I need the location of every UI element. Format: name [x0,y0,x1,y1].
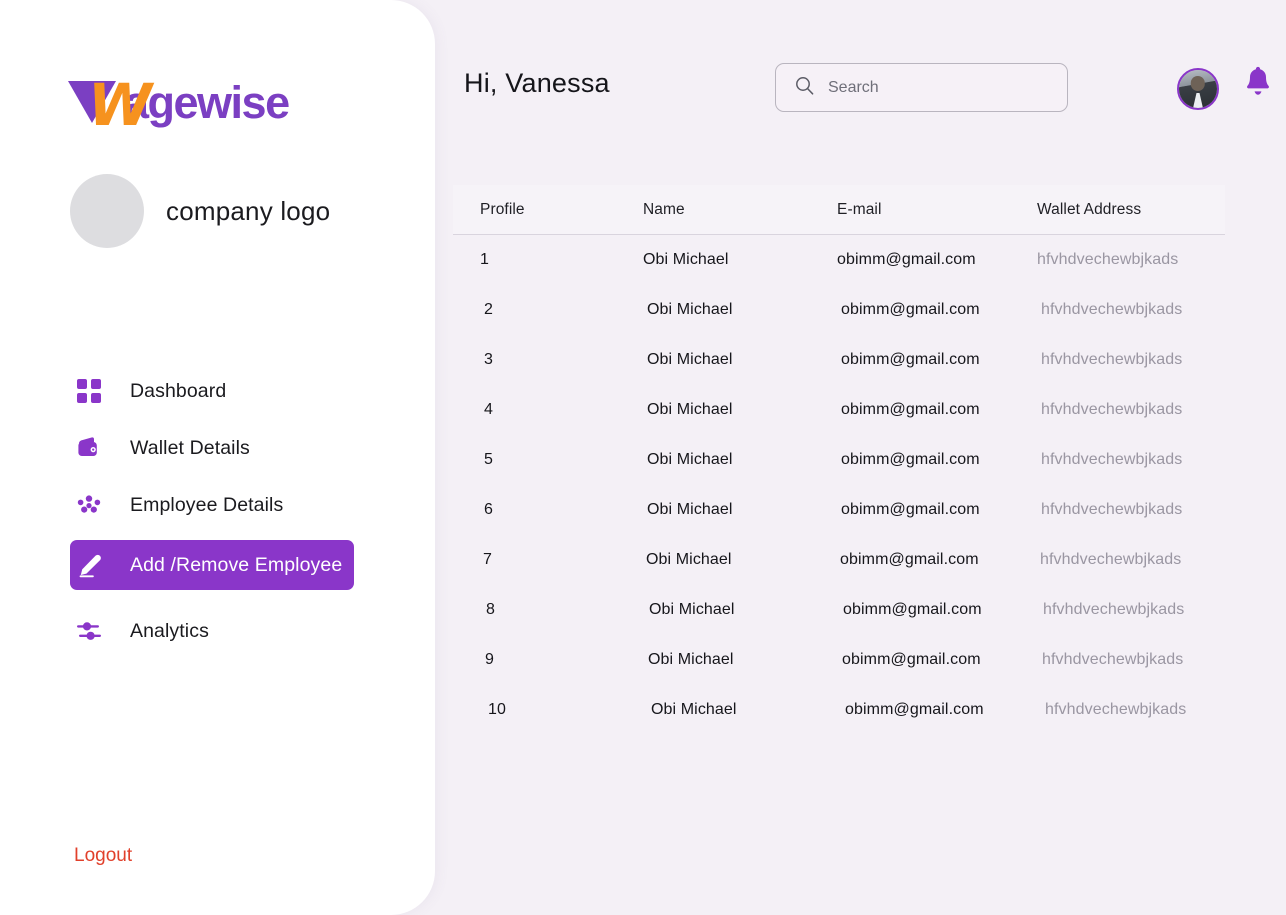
cell-name: Obi Michael [647,351,733,368]
cell-email: obimm@gmail.com [841,401,980,418]
sidebar-nav: Dashboard Wallet Details Employee Detail… [0,366,435,663]
cell-wallet-address: hfvhdvechewbjkads [1041,351,1183,368]
search-input[interactable] [828,78,1038,97]
cell-email: obimm@gmail.com [841,301,980,318]
sidebar-item-label: Analytics [130,619,209,642]
logout-button[interactable]: Logout [74,845,132,867]
company-name-label: company logo [166,195,331,226]
sidebar-item-employee-details[interactable]: Employee Details [70,480,354,530]
cell-wallet-address: hfvhdvechewbjkads [1040,551,1182,568]
cell-name: Obi Michael [646,551,732,568]
cell-wallet-address: hfvhdvechewbjkads [1037,251,1179,268]
cell-profile: 10 [488,701,506,718]
pencil-icon [72,548,106,582]
table-row[interactable]: 6 Obi Michael obimm@gmail.com hfvhdvechewbj… [457,485,1229,535]
cell-profile: 9 [485,651,494,668]
cell-name: Obi Michael [649,601,735,618]
cell-name: Obi Michael [648,651,734,668]
sidebar-item-wallet-details[interactable]: Wallet Details [70,423,354,473]
page-title: Hi, Vanessa [464,68,610,98]
column-header-profile: Profile [480,200,525,218]
table-row[interactable]: 4 Obi Michael obimm@gmail.com hfvhdvechewbj… [457,385,1229,435]
cell-wallet-address: hfvhdvechewbjkads [1045,701,1187,718]
cell-wallet-address: hfvhdvechewbjkads [1041,301,1183,318]
cell-wallet-address: hfvhdvechewbjkads [1041,401,1183,418]
brand-logo: W agewise [68,72,290,134]
cell-profile: 3 [484,351,493,368]
company-logo-block: company logo [70,174,330,248]
cell-email: obimm@gmail.com [840,551,979,568]
sliders-icon [72,614,106,648]
cell-email: obimm@gmail.com [843,601,982,618]
cell-wallet-address: hfvhdvechewbjkads [1043,601,1185,618]
cell-wallet-address: hfvhdvechewbjkads [1042,651,1184,668]
cell-profile: 7 [483,551,492,568]
cell-wallet-address: hfvhdvechewbjkads [1041,501,1183,518]
table-row[interactable]: 8 Obi Michael obimm@gmail.com hfvhdvechewbj… [459,585,1231,635]
logo-bolt-shape: W [88,71,152,139]
cell-profile: 8 [486,601,495,618]
table-row[interactable]: 7 Obi Michael obimm@gmail.com hfvhdvechewbj… [456,535,1228,585]
cell-profile: 4 [484,401,493,418]
cell-name: Obi Michael [643,251,729,268]
cell-name: Obi Michael [647,401,733,418]
cell-wallet-address: hfvhdvechewbjkads [1041,451,1183,468]
cell-name: Obi Michael [647,301,733,318]
employee-table: Profile Name E-mail Wallet Address 1 Obi … [453,185,1225,735]
sidebar-item-dashboard[interactable]: Dashboard [70,366,354,416]
sidebar-item-label: Employee Details [130,493,284,516]
table-row[interactable]: 2 Obi Michael obimm@gmail.com hfvhdvechewbj… [457,285,1229,335]
table-header-row: Profile Name E-mail Wallet Address [453,185,1225,235]
cell-profile: 5 [484,451,493,468]
cell-email: obimm@gmail.com [841,501,980,518]
grid-icon [72,374,106,408]
table-row[interactable]: 10 Obi Michael obimm@gmail.com hfvhdvechewb… [461,685,1233,735]
sidebar-item-label: Add /Remove Employee [130,553,343,576]
cell-email: obimm@gmail.com [837,251,976,268]
cell-email: obimm@gmail.com [842,651,981,668]
table-row[interactable]: 9 Obi Michael obimm@gmail.com hfvhdvechewbj… [458,635,1230,685]
cell-name: Obi Michael [647,501,733,518]
company-logo-placeholder-icon [70,174,144,248]
table-row[interactable]: 5 Obi Michael obimm@gmail.com hfvhdvechewbj… [457,435,1229,485]
column-header-wallet-address: Wallet Address [1037,200,1142,218]
cell-profile: 6 [484,501,493,518]
column-header-email: E-mail [837,200,882,218]
search-bar[interactable] [775,63,1068,112]
cell-email: obimm@gmail.com [841,451,980,468]
column-header-name: Name [643,200,685,218]
cell-name: Obi Michael [647,451,733,468]
table-body: 1 Obi Michael obimm@gmail.com hfvhdvechewbj… [453,235,1225,735]
cell-name: Obi Michael [651,701,737,718]
sidebar-item-add-remove-employee[interactable]: Add /Remove Employee [70,540,354,590]
table-row[interactable]: 3 Obi Michael obimm@gmail.com hfvhdvechewbj… [457,335,1229,385]
wagewise-logo-icon: W [68,75,152,134]
table-row[interactable]: 1 Obi Michael obimm@gmail.com hfvhdvechewbj… [453,235,1225,285]
cell-email: obimm@gmail.com [845,701,984,718]
sidebar: W agewise company logo Dashboard Wallet … [0,0,435,915]
sidebar-item-analytics[interactable]: Analytics [70,606,354,656]
cell-email: obimm@gmail.com [841,351,980,368]
cell-profile: 1 [480,251,489,268]
sidebar-item-label: Wallet Details [130,436,250,459]
sidebar-item-label: Dashboard [130,379,227,402]
bell-icon[interactable] [1243,66,1273,105]
main-content: Hi, Vanessa Profile Name E-mail Wallet A… [435,0,1286,915]
brand-name: agewise [124,77,290,128]
cell-profile: 2 [484,301,493,318]
avatar[interactable] [1177,68,1219,110]
search-icon [795,76,814,100]
people-icon [72,488,106,522]
wallet-icon [72,431,106,465]
